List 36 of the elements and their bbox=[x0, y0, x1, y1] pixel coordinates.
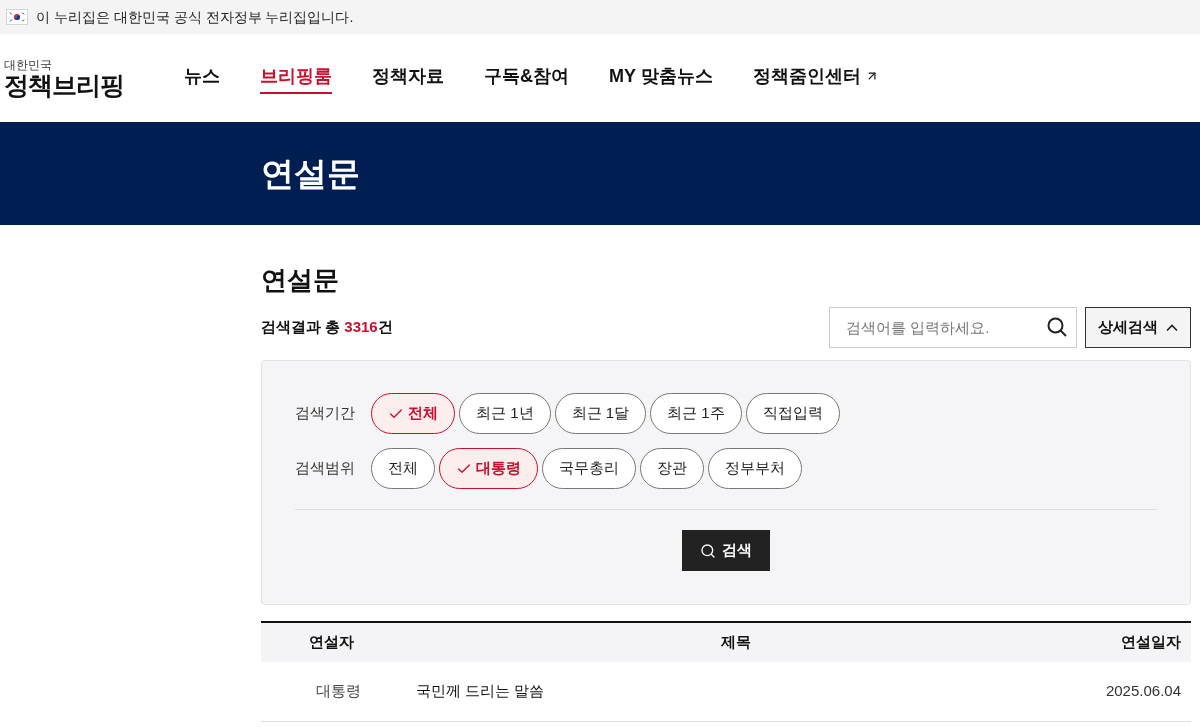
filter-chip[interactable]: 정부부처 bbox=[708, 448, 802, 489]
page-title: 연설문 bbox=[261, 267, 340, 293]
filter-chip[interactable]: 최근 1주 bbox=[650, 393, 742, 434]
speech-title-link[interactable]: 국민께 드리는 말씀 bbox=[416, 680, 1071, 703]
table-cell-text: 대통령 bbox=[315, 681, 362, 702]
filter-chip[interactable]: 전체 bbox=[371, 393, 455, 434]
flag-icon bbox=[6, 9, 28, 25]
filter-label: 검색기간 bbox=[295, 403, 356, 424]
filter-chip[interactable]: 전체 bbox=[371, 448, 435, 489]
filter-label: 검색범위 bbox=[295, 458, 356, 479]
filter-chip[interactable]: 최근 1달 bbox=[554, 393, 647, 434]
column-header: 연설일자 bbox=[1120, 632, 1182, 653]
search-field[interactable]: 검색어를 입력하세요. bbox=[829, 307, 1077, 348]
nav-link[interactable]: 브리핑룸 bbox=[260, 62, 332, 94]
nav-link[interactable]: MY 맞춤뉴스 bbox=[609, 62, 713, 94]
column-header: 연설자 bbox=[307, 632, 355, 653]
logo[interactable]: 대한민국 정책브리핑 bbox=[4, 58, 154, 98]
filter-chip[interactable]: 대통령 bbox=[439, 448, 538, 489]
nav-link[interactable]: 뉴스 bbox=[184, 62, 220, 94]
hero-title: 연설문 bbox=[261, 153, 360, 194]
table-cell-text: 2025.06.04 bbox=[1104, 681, 1182, 702]
gov-banner-text: 이 누리집은 대한민국 공식 전자정부 누리집입니다. bbox=[36, 7, 354, 27]
nav-link[interactable]: 정책줌인센터 bbox=[752, 62, 879, 94]
search-icon[interactable] bbox=[1047, 317, 1067, 337]
filter-chip[interactable]: 직접입력 bbox=[745, 393, 840, 434]
result-count: 검색결과 총 3316건 bbox=[261, 317, 393, 338]
search-button[interactable]: 검색 bbox=[682, 530, 770, 571]
nav-link[interactable]: 정책자료 bbox=[372, 62, 444, 94]
column-header: 제목 bbox=[720, 632, 752, 653]
nav-link[interactable]: 구독&참여 bbox=[484, 62, 569, 94]
filter-chip[interactable]: 국무총리 bbox=[542, 448, 636, 489]
detail-search-button[interactable]: 상세검색 bbox=[1085, 307, 1191, 348]
filter-chip[interactable]: 장관 bbox=[640, 448, 704, 489]
chevron-up-icon bbox=[1166, 324, 1178, 331]
search-icon bbox=[700, 542, 716, 559]
filter-chip[interactable]: 최근 1년 bbox=[459, 393, 551, 434]
